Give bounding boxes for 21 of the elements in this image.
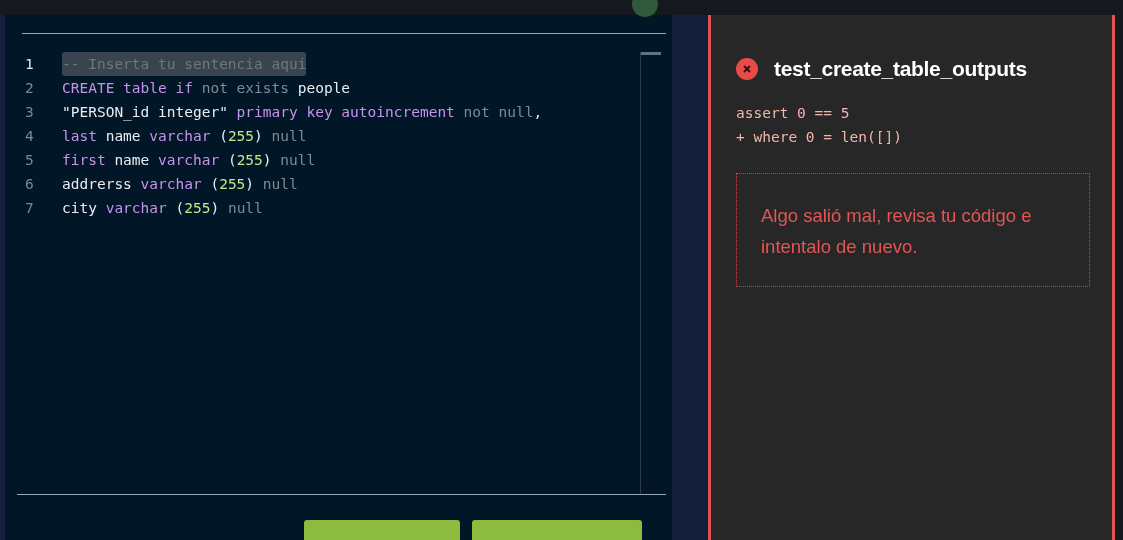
code-line: first name varchar (255) null — [62, 151, 316, 170]
action-button[interactable] — [304, 520, 460, 540]
code-line: city varchar (255) null — [62, 199, 263, 218]
line-number: 3 — [25, 103, 35, 122]
code-line: CREATE table if not exists people — [62, 79, 351, 98]
line-number: 1 — [25, 55, 35, 74]
line-number: 5 — [25, 151, 35, 170]
code-line: last name varchar (255) null — [62, 127, 307, 146]
scrollbar-thumb[interactable] — [641, 52, 661, 55]
output-line: assert 0 == 5 — [736, 103, 851, 123]
line-number: 7 — [25, 199, 35, 218]
line-number: 2 — [25, 79, 35, 98]
line-number: 6 — [25, 175, 35, 194]
error-message: Algo salió mal, revisa tu código e intentalo de nuevo. — [761, 203, 1033, 259]
action-button[interactable] — [472, 520, 642, 540]
code-line: "PERSON_id integer" primary key autoincrement not null, — [62, 103, 543, 123]
test-name: test_create_table_outputs — [774, 56, 1027, 82]
output-line: + where 0 = len([]) — [736, 127, 903, 147]
code-line: addrerss varchar (255) null — [62, 175, 298, 194]
status-icon — [632, 0, 658, 19]
line-number: 4 — [25, 127, 35, 146]
